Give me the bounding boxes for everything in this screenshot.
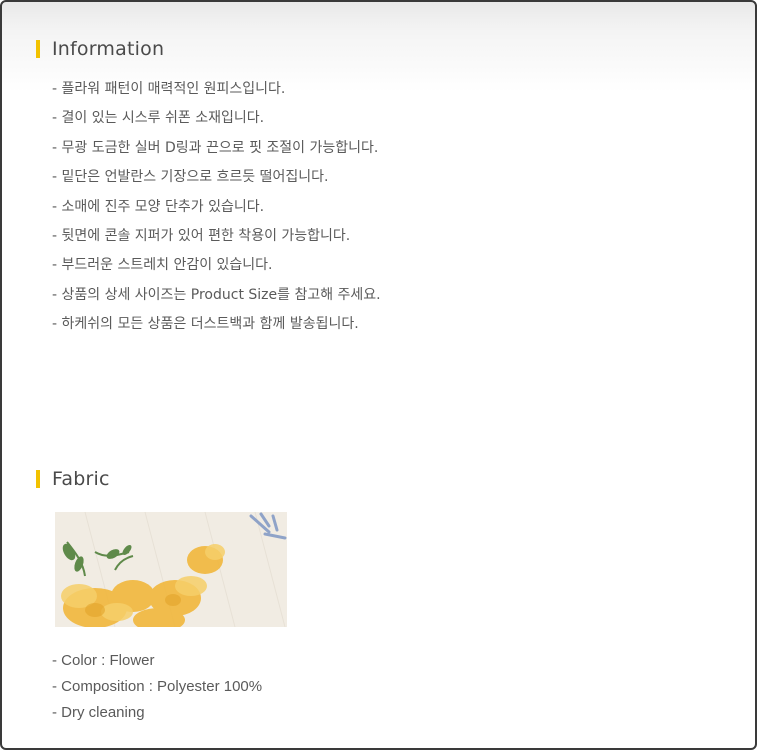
information-item: - 플라워 패턴이 매력적인 원피스입니다.	[52, 81, 286, 97]
fabric-care: - Dry cleaning	[52, 704, 145, 721]
information-item: - 결이 있는 시스루 쉬폰 소재입니다.	[52, 110, 265, 127]
heading-accent-bar	[36, 470, 40, 488]
heading-accent-bar	[36, 40, 40, 58]
fabric-swatch-image	[55, 512, 287, 627]
information-list: - 플라워 패턴이 매력적인 원피스입니다. - 결이 있는 시스루 쉬폰 소재…	[52, 78, 381, 343]
information-item: - 하케쉬의 모든 상품은 더스트백과 함께 발송됩니다.	[52, 316, 359, 333]
product-detail-panel: Information - 플라워 패턴이 매력적인 원피스입니다. - 결이 …	[0, 0, 757, 750]
fabric-heading: Fabric	[36, 468, 110, 490]
fabric-composition: - Composition : Polyester 100%	[52, 678, 263, 695]
fabric-title: Fabric	[52, 468, 110, 490]
information-item: - 부드러운 스트레치 안감이 있습니다.	[52, 257, 273, 274]
information-item: - 무광 도금한 실버 D링과 끈으로 핏 조절이 가능합니다.	[52, 139, 379, 156]
information-heading: Information	[36, 38, 164, 60]
fabric-details-list: - Color : Flower - Composition : Polyest…	[52, 650, 262, 728]
flower-pattern-swatch	[55, 512, 287, 627]
information-item: - 뒷면에 콘솔 지퍼가 있어 편한 착용이 가능합니다.	[52, 227, 351, 244]
fabric-color: - Color : Flower	[52, 652, 155, 669]
information-item: - 밑단은 언발란스 기장으로 흐르듯 떨어집니다.	[52, 169, 329, 186]
information-item: - 소매에 진주 모양 단추가 있습니다.	[52, 198, 265, 215]
information-title: Information	[52, 38, 165, 60]
information-item: - 상품의 상세 사이즈는 Product Size를 참고해 주세요.	[52, 286, 381, 303]
